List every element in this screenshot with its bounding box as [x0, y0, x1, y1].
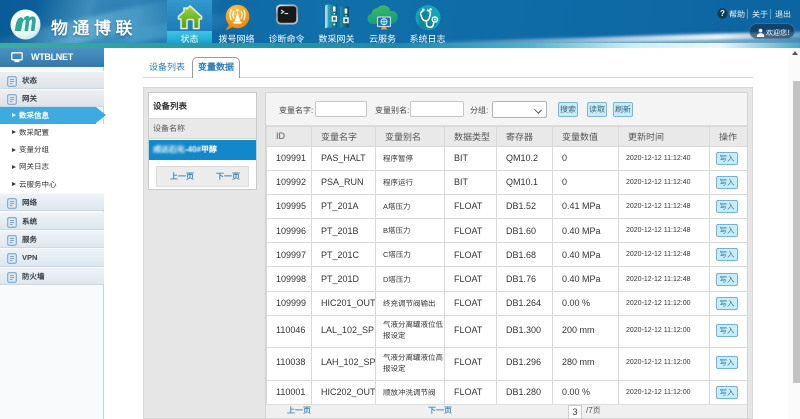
svg-text:?: ? [720, 9, 725, 18]
